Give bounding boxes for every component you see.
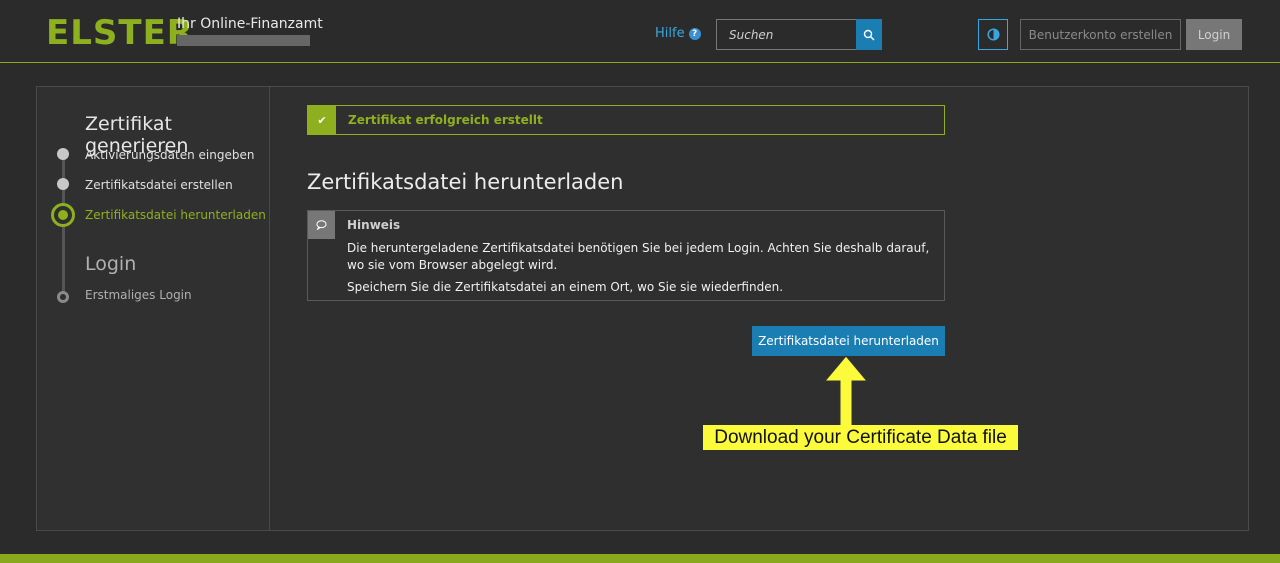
search-icon <box>863 29 875 41</box>
step-pending-dot <box>57 291 69 303</box>
help-link[interactable]: Hilfe ? <box>655 26 701 41</box>
success-alert: ✔ Zertifikat erfolgreich erstellt <box>307 105 945 135</box>
download-certificate-button[interactable]: Zertifikatsdatei herunterladen <box>752 326 945 356</box>
annotation-arrow-icon <box>823 355 869 427</box>
success-message: Zertifikat erfolgreich erstellt <box>348 113 543 127</box>
site-header: ELSTER Ihr Online-Finanzamt Hilfe ? Benu… <box>0 0 1280 63</box>
step-done-dot <box>57 178 69 190</box>
footer-bar <box>0 554 1280 563</box>
contrast-icon <box>986 28 1000 41</box>
page-title: Zertifikatsdatei herunterladen <box>307 170 624 194</box>
section-title-login: Login <box>85 253 137 275</box>
step-erstmaliges-login: Erstmaliges Login <box>85 288 192 302</box>
annotation-callout: Download your Certificate Data file <box>703 425 1018 450</box>
step-active-dot <box>51 203 75 227</box>
step-zertifikatsdatei-erstellen: Zertifikatsdatei erstellen <box>85 178 233 192</box>
help-label: Hilfe <box>655 26 685 41</box>
tagline-bar <box>177 35 310 46</box>
login-button[interactable]: Login <box>1186 19 1242 50</box>
step-zertifikatsdatei-herunterladen: Zertifikatsdatei herunterladen <box>85 208 266 222</box>
check-icon: ✔ <box>308 106 336 134</box>
speech-bubble-icon <box>308 211 335 239</box>
search-button[interactable] <box>856 19 882 50</box>
contrast-toggle-button[interactable] <box>978 19 1008 50</box>
hint-title: Hinweis <box>347 218 401 232</box>
step-aktivierungsdaten: Aktivierungsdaten eingeben <box>85 148 255 162</box>
step-done-dot <box>57 148 69 160</box>
search-box <box>716 19 882 50</box>
hint-paragraph-1: Die heruntergeladene Zertifikatsdatei be… <box>347 241 930 272</box>
create-account-button[interactable]: Benutzerkonto erstellen <box>1020 19 1181 50</box>
question-circle-icon: ? <box>688 27 701 40</box>
hint-paragraph-2: Speichern Sie die Zertifikatsdatei an ei… <box>347 280 784 294</box>
tagline: Ihr Online-Finanzamt <box>177 16 323 32</box>
main-panel: Zertifikat generieren Aktivierungsdaten … <box>36 86 1249 531</box>
hint-box: Hinweis Die heruntergeladene Zertifikats… <box>307 210 945 301</box>
elster-logo[interactable]: ELSTER <box>46 14 194 52</box>
progress-sidebar: Zertifikat generieren Aktivierungsdaten … <box>37 87 270 530</box>
search-input[interactable] <box>716 19 856 50</box>
